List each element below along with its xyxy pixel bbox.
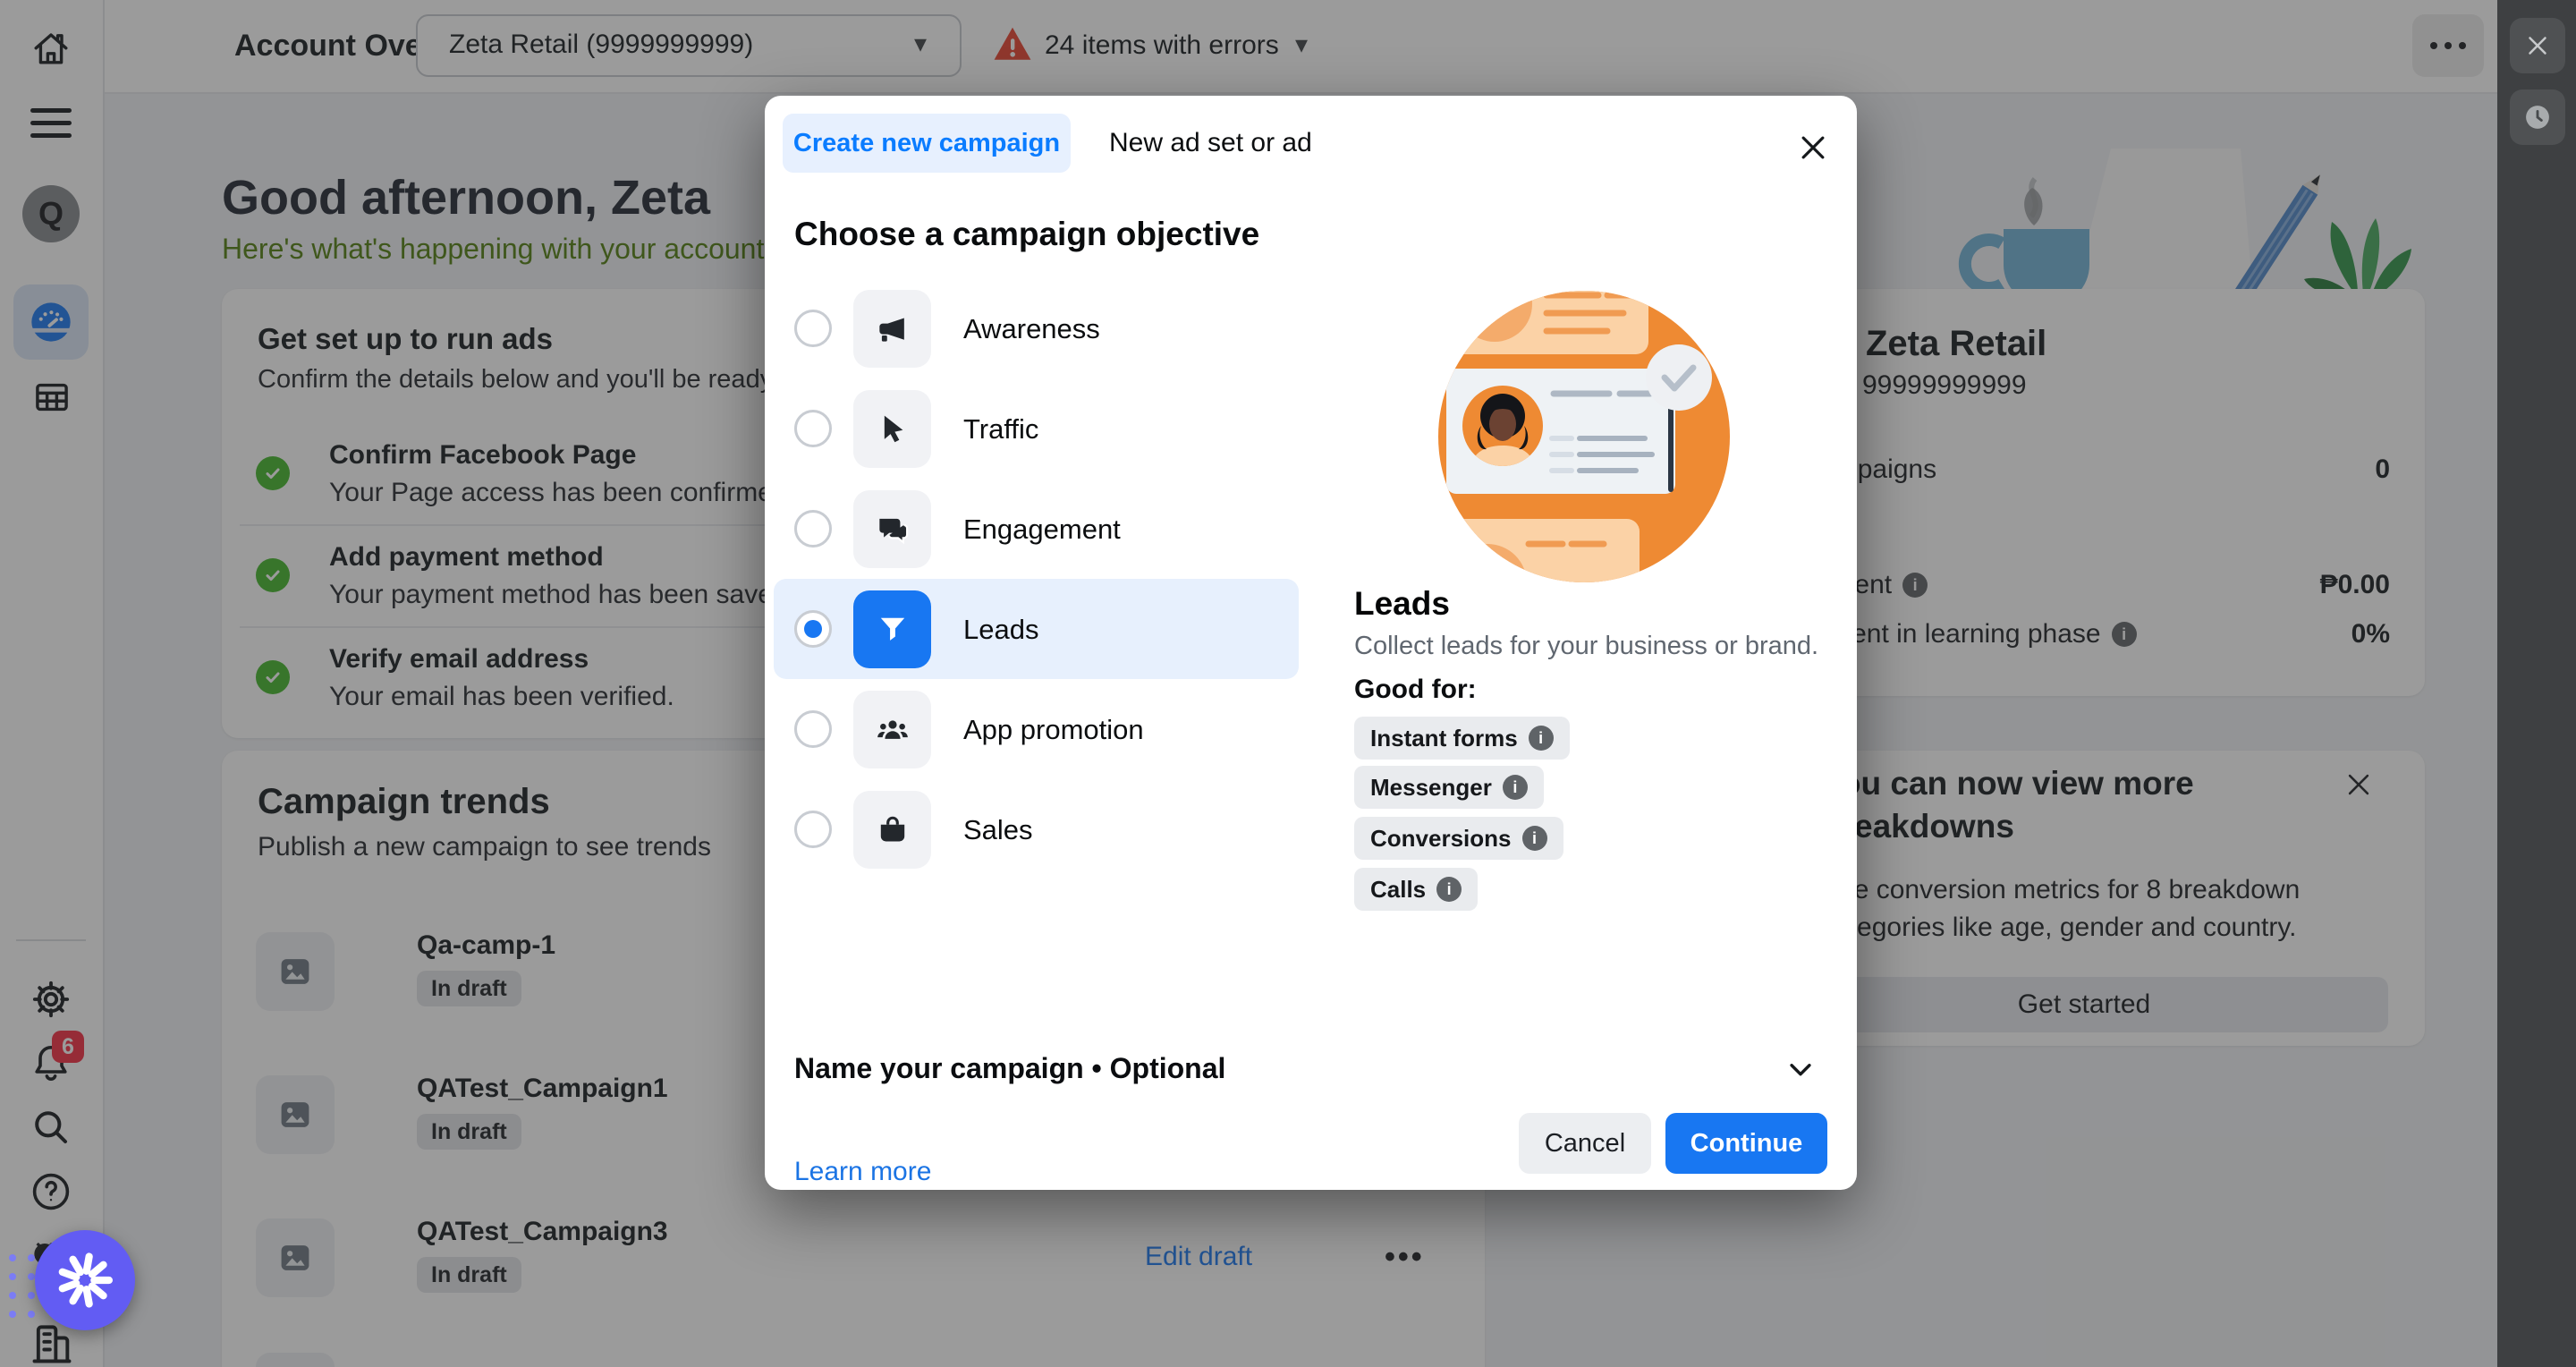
good-for-label: Good for: [1354, 675, 1477, 705]
info-icon[interactable]: i [1522, 826, 1547, 851]
objective-row-awareness[interactable]: Awareness [774, 278, 1299, 378]
objective-row-traffic[interactable]: Traffic [774, 378, 1299, 479]
radio-unselected[interactable] [794, 710, 832, 748]
objective-row-app-promotion[interactable]: App promotion [774, 679, 1299, 779]
cursor-icon [853, 390, 931, 468]
history-button[interactable] [2510, 89, 2565, 145]
clock-icon [2521, 101, 2554, 133]
info-icon[interactable]: i [1436, 877, 1462, 902]
tab-create-new-campaign[interactable]: Create new campaign [783, 114, 1071, 173]
learn-more-link[interactable]: Learn more [794, 1157, 931, 1187]
objective-detail-description: Collect leads for your business or brand… [1354, 632, 1818, 661]
tag-calls: Callsi [1354, 868, 1478, 911]
leads-illustration [1432, 284, 1736, 589]
tab-new-ad-set-or-ad[interactable]: New ad set or ad [1109, 114, 1312, 173]
tag-conversions: Conversionsi [1354, 817, 1563, 860]
info-icon[interactable]: i [1529, 726, 1554, 751]
objective-row-leads[interactable]: Leads [774, 579, 1299, 679]
objective-row-sales[interactable]: Sales [774, 779, 1299, 879]
create-campaign-modal: Create new campaign New ad set or ad Cho… [765, 96, 1857, 1190]
continue-button[interactable]: Continue [1665, 1113, 1827, 1174]
people-icon [853, 691, 931, 768]
close-icon[interactable] [1795, 130, 1831, 166]
radio-unselected[interactable] [794, 410, 832, 447]
tag-messenger: Messengeri [1354, 766, 1544, 809]
funnel-icon [853, 590, 931, 668]
modal-heading: Choose a campaign objective [794, 216, 1259, 253]
bag-icon [853, 791, 931, 869]
chat-bubbles-icon [853, 490, 931, 568]
tag-instant-forms: Instant formsi [1354, 717, 1570, 760]
info-icon[interactable]: i [1503, 775, 1528, 800]
radio-selected[interactable] [794, 610, 832, 648]
objective-row-engagement[interactable]: Engagement [774, 479, 1299, 579]
asterisk-fab-icon [57, 1252, 113, 1308]
name-campaign-section[interactable]: Name your campaign • Optional [794, 1032, 1827, 1104]
close-panel-button[interactable] [2510, 18, 2565, 73]
ads-manager-app: Good afternoon, Zeta Here's what's happe… [0, 0, 2576, 1367]
objective-detail-title: Leads [1354, 585, 1450, 623]
radio-unselected[interactable] [794, 510, 832, 548]
megaphone-icon [853, 290, 931, 368]
drag-handle-dots[interactable] [9, 1254, 35, 1318]
radio-unselected[interactable] [794, 310, 832, 347]
close-icon [2522, 30, 2553, 61]
radio-unselected[interactable] [794, 811, 832, 848]
right-rail [2497, 0, 2576, 1367]
chevron-down-icon[interactable] [1785, 1054, 1816, 1084]
assistant-fab[interactable] [35, 1230, 135, 1330]
cancel-button[interactable]: Cancel [1519, 1113, 1651, 1174]
